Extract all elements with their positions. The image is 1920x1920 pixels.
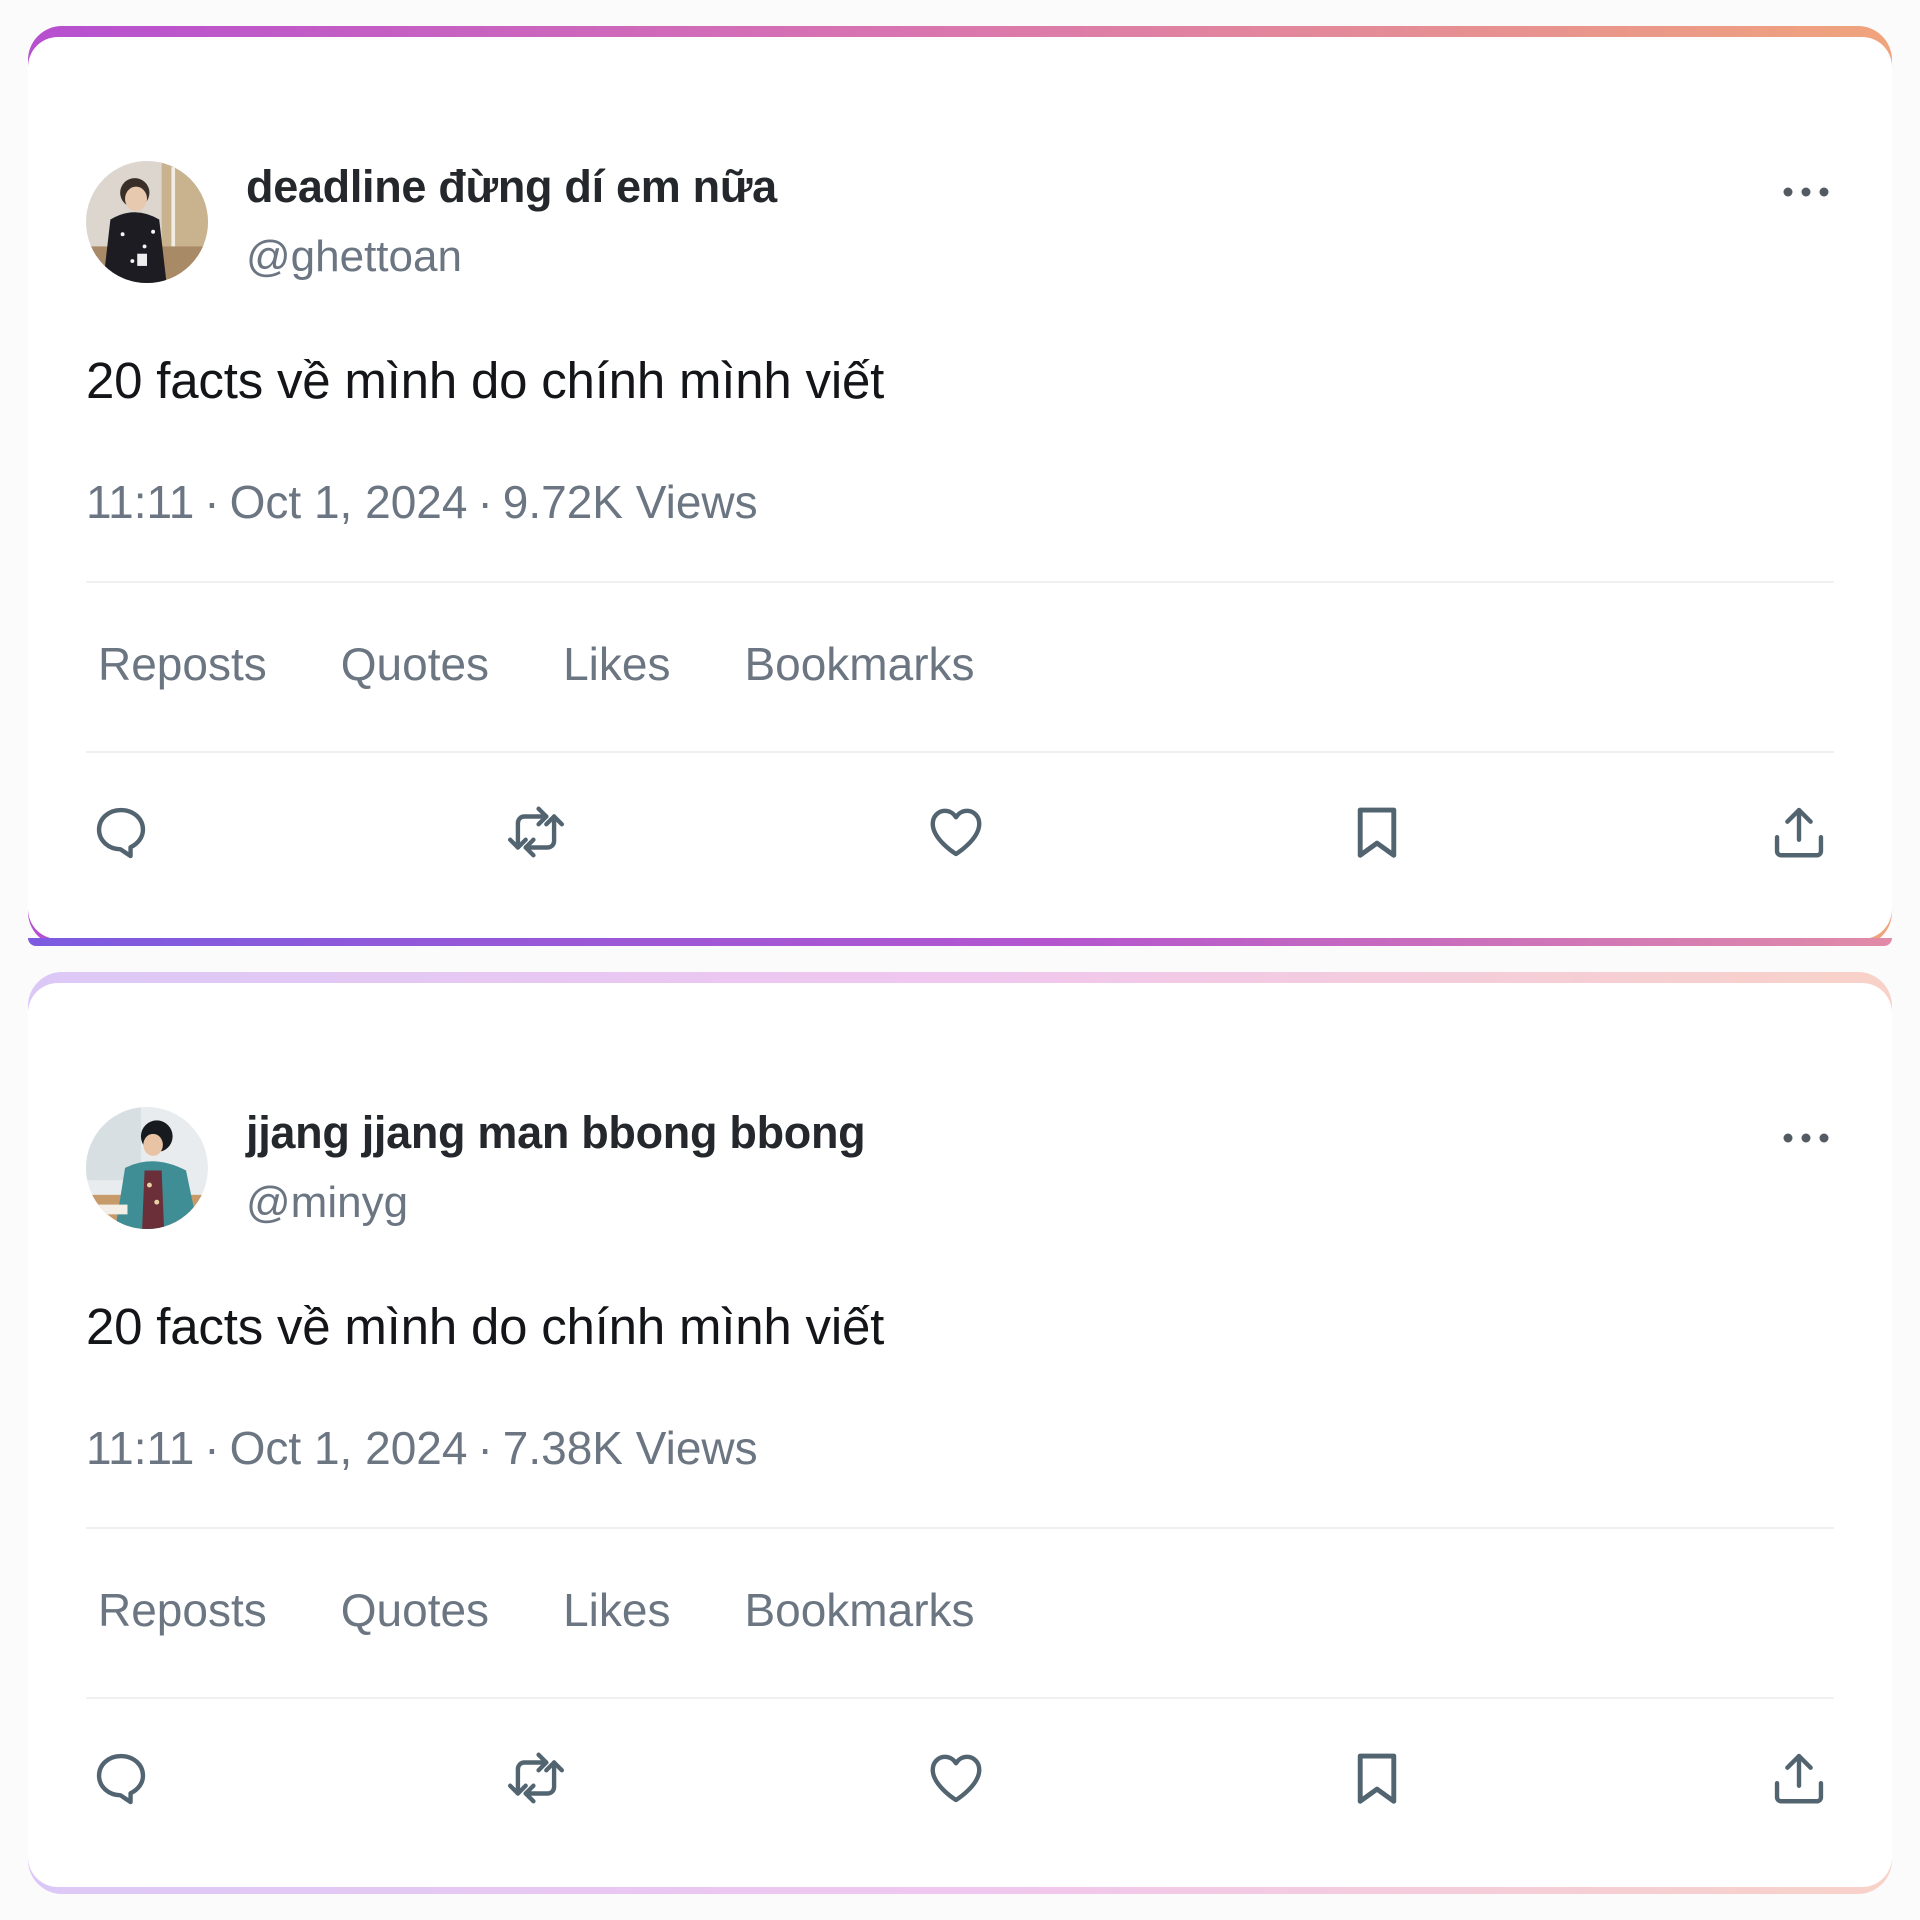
likes-link[interactable]: Likes	[563, 637, 670, 691]
screenshot-collage: deadline đừng dí em nữa @ghettoan 20 fac…	[0, 0, 1920, 1920]
like-button[interactable]	[921, 1743, 991, 1813]
meta-separator: ·	[477, 476, 493, 528]
repost-button[interactable]	[501, 1743, 571, 1813]
reply-icon	[96, 807, 146, 859]
meta-separator: ·	[204, 476, 220, 528]
share-icon	[1774, 1753, 1824, 1804]
divider	[86, 581, 1834, 583]
display-name[interactable]: deadline đừng dí em nữa	[246, 161, 777, 213]
reply-button[interactable]	[86, 797, 156, 867]
post-meta: 11:11 · Oct 1, 2024 · 7.38K Views	[86, 1421, 758, 1475]
display-name[interactable]: jjang jjang man bbong bbong	[246, 1107, 866, 1159]
more-horizontal-icon	[1783, 187, 1829, 197]
action-bar	[86, 797, 1834, 867]
share-icon	[1774, 807, 1824, 858]
like-button[interactable]	[921, 797, 991, 867]
share-button[interactable]	[1764, 1743, 1834, 1813]
more-options-button[interactable]	[1776, 1123, 1836, 1153]
avatar[interactable]	[86, 1107, 208, 1229]
more-horizontal-icon	[1783, 1133, 1829, 1143]
divider	[86, 1697, 1834, 1699]
post-frame-2: jjang jjang man bbong bbong @minyg 20 fa…	[28, 972, 1892, 1894]
divider	[86, 1527, 1834, 1529]
post-card: deadline đừng dí em nữa @ghettoan 20 fac…	[28, 37, 1892, 939]
more-options-button[interactable]	[1776, 177, 1836, 207]
post-date[interactable]: Oct 1, 2024	[230, 476, 468, 528]
bookmark-icon	[1357, 807, 1397, 858]
action-bar	[86, 1743, 1834, 1813]
post-time[interactable]: 11:11	[86, 476, 194, 528]
likes-link[interactable]: Likes	[563, 1583, 670, 1637]
bookmarks-link[interactable]: Bookmarks	[744, 637, 974, 691]
avatar-photo	[86, 1107, 208, 1229]
divider	[86, 751, 1834, 753]
stat-links: Reposts Quotes Likes Bookmarks	[98, 1583, 1049, 1637]
meta-separator: ·	[477, 1422, 493, 1474]
quotes-link[interactable]: Quotes	[341, 1583, 489, 1637]
repost-button[interactable]	[501, 797, 571, 867]
bookmark-button[interactable]	[1342, 1743, 1412, 1813]
stat-links: Reposts Quotes Likes Bookmarks	[98, 637, 1049, 691]
like-icon	[930, 808, 982, 857]
like-icon	[930, 1754, 982, 1803]
bookmark-button[interactable]	[1342, 797, 1412, 867]
reposts-link[interactable]: Reposts	[98, 637, 267, 691]
bookmark-icon	[1357, 1753, 1397, 1804]
reply-icon	[96, 1753, 146, 1805]
post-meta: 11:11 · Oct 1, 2024 · 9.72K Views	[86, 475, 758, 529]
view-count[interactable]: 7.38K Views	[503, 1422, 758, 1474]
post-text: 20 facts về mình do chính mình viết	[86, 352, 885, 409]
reply-button[interactable]	[86, 1743, 156, 1813]
quotes-link[interactable]: Quotes	[341, 637, 489, 691]
reposts-link[interactable]: Reposts	[98, 1583, 267, 1637]
share-button[interactable]	[1764, 797, 1834, 867]
post-time[interactable]: 11:11	[86, 1422, 194, 1474]
repost-icon	[507, 1752, 565, 1804]
post-date[interactable]: Oct 1, 2024	[230, 1422, 468, 1474]
repost-icon	[507, 806, 565, 858]
meta-separator: ·	[204, 1422, 220, 1474]
post-text: 20 facts về mình do chính mình viết	[86, 1298, 885, 1355]
bookmarks-link[interactable]: Bookmarks	[744, 1583, 974, 1637]
post-frame-1: deadline đừng dí em nữa @ghettoan 20 fac…	[28, 26, 1892, 946]
user-handle[interactable]: @ghettoan	[246, 232, 462, 282]
post-card: jjang jjang man bbong bbong @minyg 20 fa…	[28, 983, 1892, 1887]
view-count[interactable]: 9.72K Views	[503, 476, 758, 528]
avatar[interactable]	[86, 161, 208, 283]
user-handle[interactable]: @minyg	[246, 1178, 408, 1228]
avatar-photo	[86, 161, 208, 283]
